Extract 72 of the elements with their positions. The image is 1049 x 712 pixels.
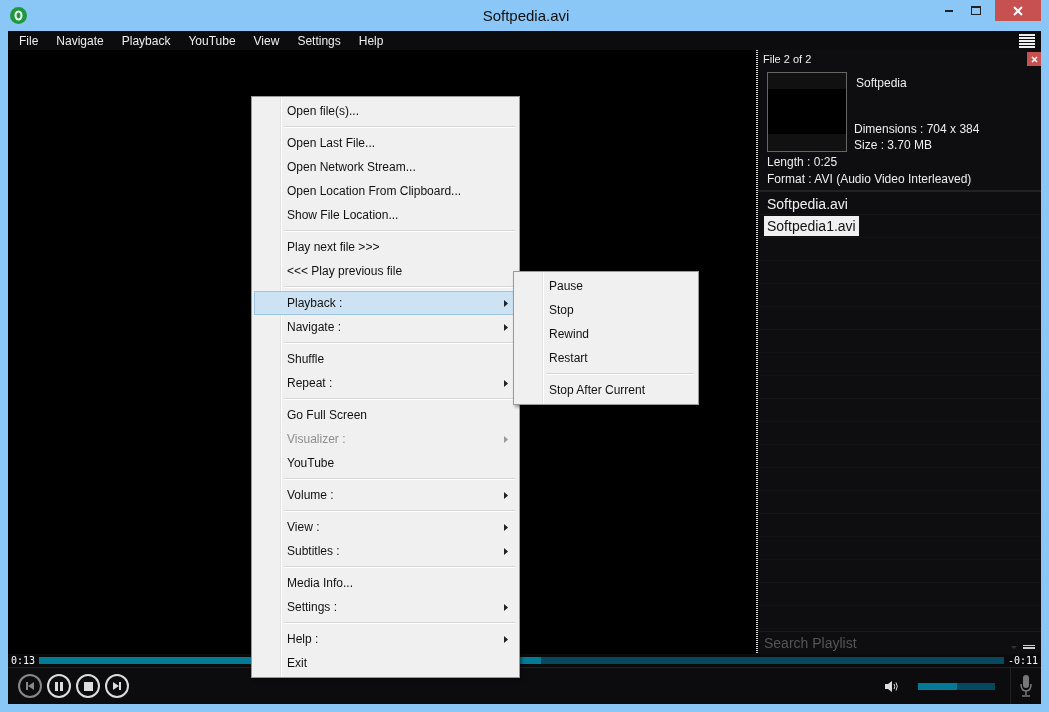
previous-button[interactable]	[18, 674, 42, 698]
menu-item[interactable]: View	[244, 33, 289, 48]
remaining-time: -0:11	[1007, 655, 1038, 666]
submenu-arrow-icon	[504, 491, 508, 499]
media-size: Size : 3.70 MB	[854, 138, 934, 152]
context-menu-item[interactable]: Open Last File...	[254, 131, 517, 155]
context-menu-item[interactable]: View :	[254, 515, 517, 539]
close-icon	[1013, 5, 1023, 16]
close-panel-button[interactable]	[1027, 52, 1041, 66]
menu-item[interactable]: YouTube	[179, 33, 245, 48]
context-menu-item[interactable]: <<< Play previous file	[254, 259, 517, 283]
close-button[interactable]	[995, 0, 1041, 21]
context-menu-item[interactable]: Open Network Stream...	[254, 155, 517, 179]
context-menu-item[interactable]: Settings :	[254, 595, 517, 619]
next-button[interactable]	[105, 674, 129, 698]
context-menu-item[interactable]: YouTube	[254, 451, 517, 475]
pause-button[interactable]	[47, 674, 71, 698]
media-dimensions: Dimensions : 704 x 384	[854, 122, 980, 136]
submenu-arrow-icon	[504, 379, 508, 387]
context-menu-item[interactable]: Rewind	[516, 322, 696, 346]
submenu-arrow-icon	[504, 523, 508, 531]
playlist-item[interactable]: Softpedia.avi	[764, 194, 851, 214]
context-menu-item[interactable]: Subtitles :	[254, 539, 517, 563]
menu-item[interactable]: Help	[349, 33, 393, 48]
file-counter: File 2 of 2	[763, 53, 812, 65]
media-length: Length : 0:25	[767, 155, 839, 169]
context-menu-item[interactable]: Go Full Screen	[254, 403, 517, 427]
context-menu-item[interactable]: Navigate :	[254, 315, 517, 339]
pause-icon	[55, 681, 63, 691]
context-menu-item[interactable]: Pause	[516, 274, 696, 298]
volume-icon[interactable]	[885, 680, 899, 692]
window-title: Softpedia.avi	[481, 6, 571, 24]
submenu-arrow-icon	[504, 323, 508, 331]
previous-icon	[26, 682, 34, 690]
close-icon	[1030, 55, 1038, 63]
more-icon[interactable]	[1023, 645, 1035, 649]
context-menu-item[interactable]: Help :	[254, 627, 517, 651]
media-name: Softpedia	[855, 76, 908, 90]
context-menu-item[interactable]: Volume :	[254, 483, 517, 507]
media-format: Format : AVI (Audio Video Interleaved)	[767, 172, 973, 186]
context-menu-item[interactable]: Restart	[516, 346, 696, 370]
elapsed-time: 0:13	[11, 655, 36, 666]
context-menu-item[interactable]: Exit	[254, 651, 517, 675]
context-menu-item[interactable]: Stop	[516, 298, 696, 322]
context-menu-item[interactable]: Stop After Current	[516, 378, 696, 402]
microphone-icon[interactable]	[1020, 675, 1032, 697]
menu-icon[interactable]	[1019, 33, 1035, 48]
volume-slider[interactable]	[918, 682, 995, 690]
context-menu-item[interactable]: Media Info...	[254, 571, 517, 595]
maximize-icon	[970, 6, 981, 15]
menu-item[interactable]: Settings	[288, 33, 350, 48]
stop-button[interactable]	[76, 674, 100, 698]
context-menu-item[interactable]: Play next file >>>	[254, 235, 517, 259]
context-menu-item[interactable]: Show File Location...	[254, 203, 517, 227]
stop-icon	[83, 681, 93, 691]
submenu-arrow-icon	[504, 299, 508, 307]
menu-item[interactable]: File	[10, 33, 48, 48]
menu-item[interactable]: Playback	[112, 33, 180, 48]
submenu-arrow-icon	[504, 547, 508, 555]
context-menu-item[interactable]: Open Location From Clipboard...	[254, 179, 517, 203]
submenu-arrow-icon	[504, 603, 508, 611]
app-logo-icon	[10, 7, 27, 24]
menu-item[interactable]: Navigate	[47, 33, 113, 48]
context-menu-item[interactable]: Repeat :	[254, 371, 517, 395]
context-menu-item[interactable]: Open file(s)...	[254, 99, 517, 123]
submenu-arrow-icon	[504, 635, 508, 643]
submenu-arrow-icon	[504, 435, 508, 443]
context-menu-item[interactable]: Shuffle	[254, 347, 517, 371]
playlist-item[interactable]: Softpedia1.avi	[764, 216, 859, 236]
minimize-icon	[944, 9, 953, 12]
next-icon	[113, 682, 121, 690]
search-field[interactable]: Search Playlist	[758, 634, 1011, 652]
